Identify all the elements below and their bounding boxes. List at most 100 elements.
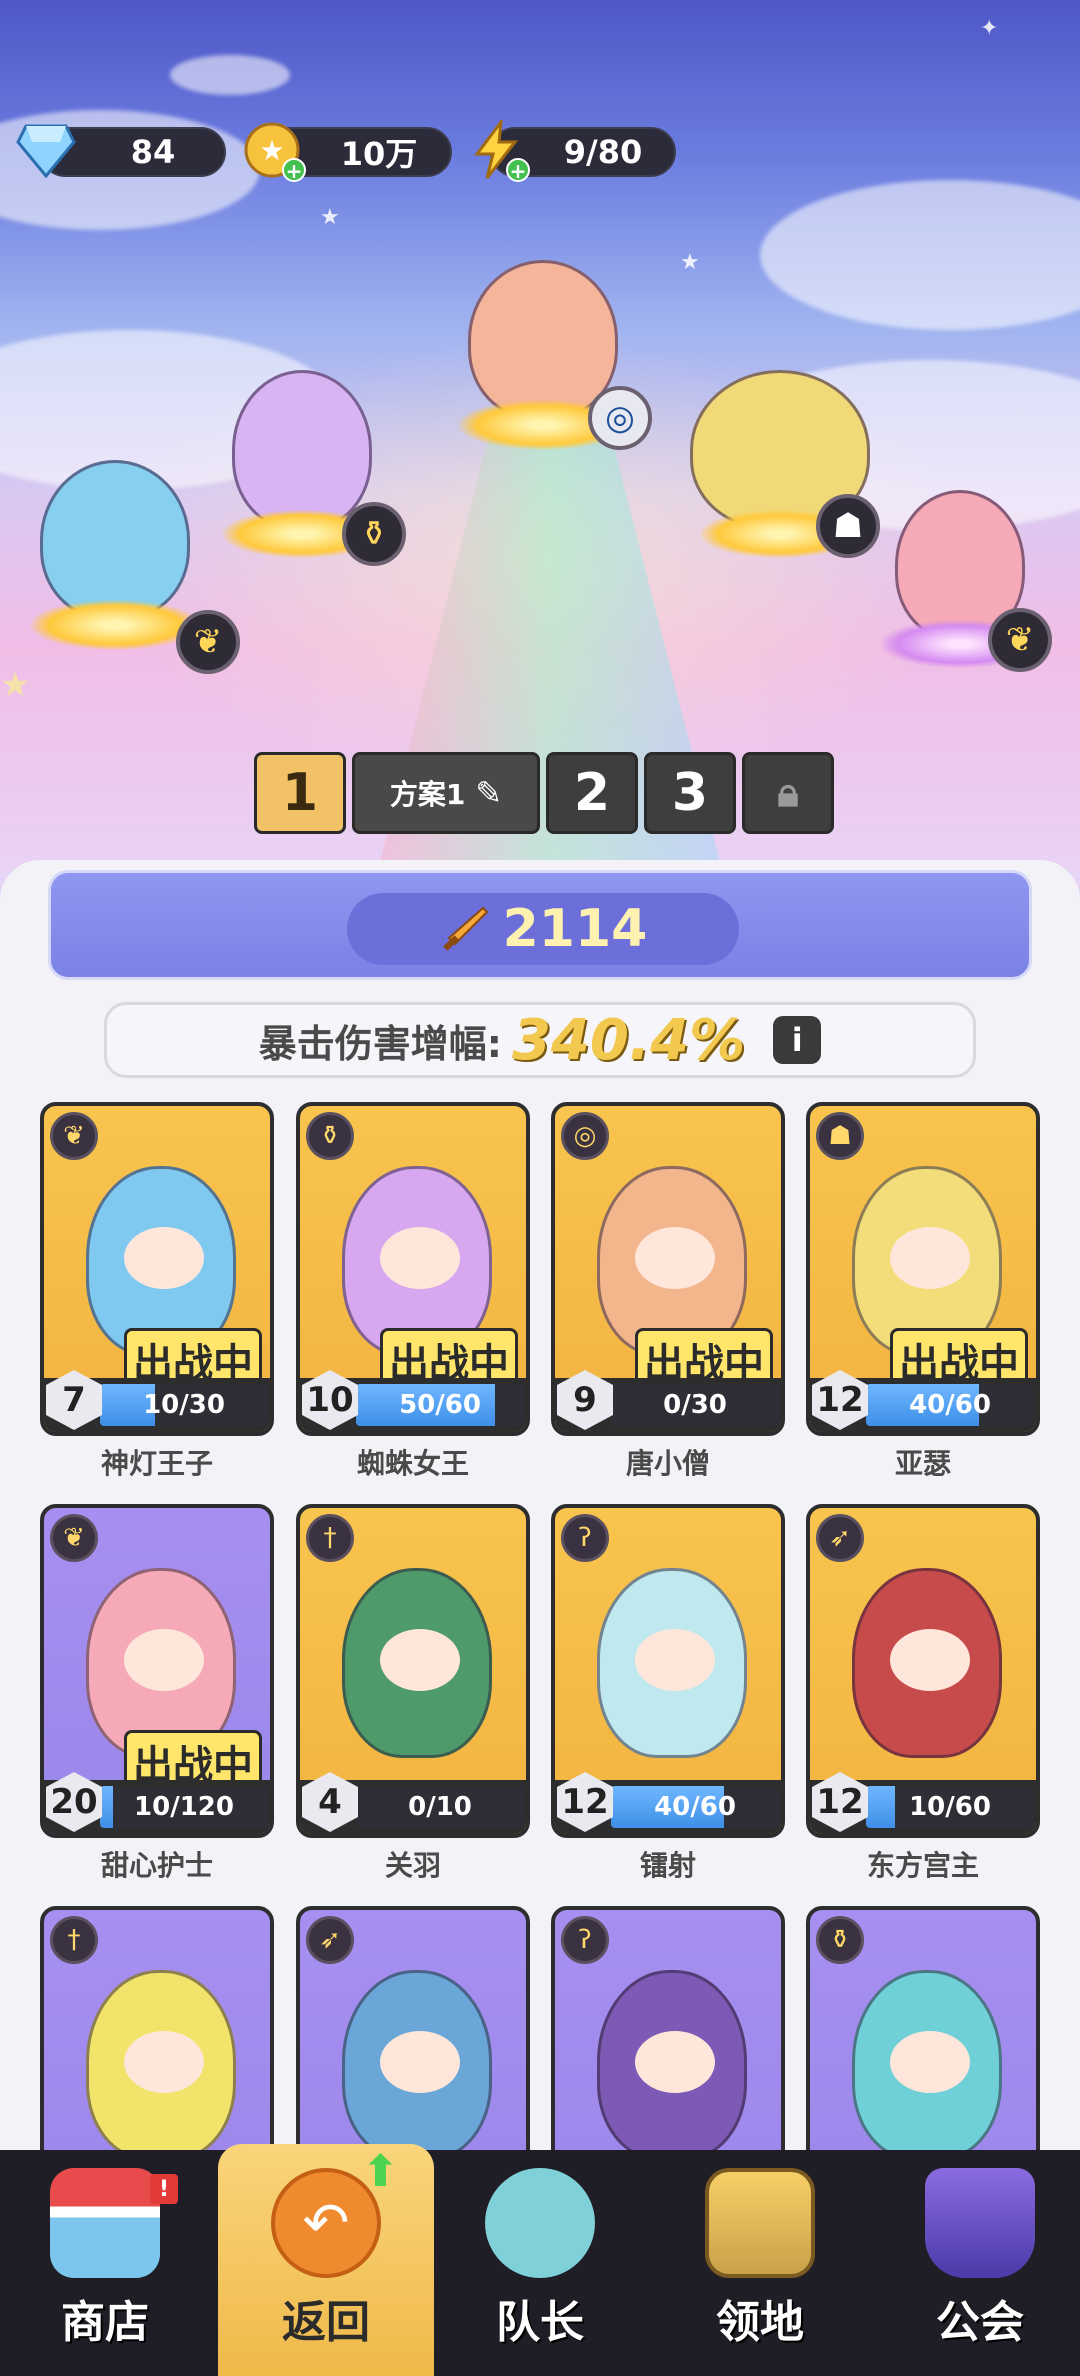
sword-icon: † <box>306 1514 354 1562</box>
bow-icon: ➶ <box>816 1514 864 1562</box>
hero-card[interactable]: ❦ 出战中 10/120 20 甜心护士 <box>40 1504 274 1884</box>
hero-card-frame: ➶ <box>296 1906 530 2150</box>
cloud <box>760 180 1080 330</box>
nav-captain[interactable]: 队长 <box>460 2150 620 2376</box>
hero-card-frame: † <box>40 1906 274 2150</box>
hero-face <box>124 1227 204 1289</box>
nav-territory-label: 领地 <box>716 2297 804 2348</box>
shard-progress-text: 40/60 <box>909 1390 991 1420</box>
hero-card-frame: † 0/10 4 <box>296 1504 530 1838</box>
shard-progress-bar: 0/10 <box>356 1786 524 1828</box>
shard-progress-text: 10/120 <box>134 1792 234 1822</box>
nav-guild[interactable]: 公会 <box>900 2150 1060 2376</box>
hero-card-frame: ◎ 出战中 0/30 9 <box>551 1102 785 1436</box>
hero-face <box>124 1629 204 1691</box>
hero-card-frame: ❦ 出战中 10/120 20 <box>40 1504 274 1838</box>
shard-progress-bar: 10/30 <box>100 1384 268 1426</box>
energy-count: 9/80 <box>563 133 643 171</box>
star-icon: ✦ <box>980 16 999 41</box>
hero-sprite <box>40 460 190 620</box>
hero-panel: 2114 暴击伤害增幅: 340.4% i ❦ 出战中 10/30 7 神灯王子 ⚱ 出战中… <box>0 860 1080 2150</box>
formation-tab-2[interactable]: 2 <box>546 752 638 834</box>
hero-portrait <box>852 1568 1002 1758</box>
hero-face <box>635 1629 715 1691</box>
hero-face <box>890 1629 970 1691</box>
formation-tabs: 1 方案1 ✎ 2 3 🔒︎ <box>254 752 834 834</box>
hero-card[interactable]: † <box>40 1906 274 2150</box>
hero-pad <box>30 600 200 650</box>
formation-tab-1[interactable]: 1 <box>254 752 346 834</box>
crit-label: 暴击伤害增幅: <box>258 1021 502 1066</box>
nav-captain-label: 队长 <box>496 2297 584 2348</box>
nav-back[interactable]: ↶ 返回 <box>218 2144 434 2376</box>
bow-icon: ➶ <box>306 1916 354 1964</box>
shard-progress-text: 0/10 <box>408 1792 472 1822</box>
shard-progress-text: 0/30 <box>663 1390 727 1420</box>
scythe-icon: ʔ <box>561 1916 609 1964</box>
info-icon[interactable]: i <box>773 1016 822 1064</box>
shard-progress-text: 40/60 <box>654 1792 736 1822</box>
field-hero-genie-prince[interactable] <box>30 460 200 650</box>
shard-progress-text: 10/60 <box>909 1792 991 1822</box>
hero-card-frame: ❦ 出战中 10/30 7 <box>40 1102 274 1436</box>
coin-icon[interactable]: ★ + <box>240 118 306 182</box>
hero-card[interactable]: ◎ 出战中 0/30 9 唐小僧 <box>551 1102 785 1482</box>
hero-card[interactable]: ➶ <box>296 1906 530 2150</box>
hero-card[interactable]: ⚱ <box>806 1906 1040 2150</box>
hero-face <box>635 2031 715 2093</box>
crit-value: 340.4% <box>511 1007 746 1073</box>
wings-icon: ❦ <box>50 1112 98 1160</box>
hero-portrait <box>597 1568 747 1758</box>
hero-name: 关羽 <box>384 1849 441 1882</box>
hero-name: 蜘蛛女王 <box>356 1447 469 1480</box>
hero-card-frame: ʔ <box>551 1906 785 2150</box>
hero-card[interactable]: ➶ 10/60 12 东方宫主 <box>806 1504 1040 1884</box>
hero-face <box>890 2031 970 2093</box>
edit-icon[interactable]: ✎ <box>475 774 502 812</box>
formation-tab-3[interactable]: 3 <box>644 752 736 834</box>
nav-shop-label: 商店 <box>61 2297 149 2348</box>
svg-text:★: ★ <box>259 134 284 167</box>
wings-icon: ❦ <box>988 608 1052 672</box>
door-icon <box>705 2168 815 2278</box>
helmet-icon: ☗ <box>816 494 880 558</box>
hero-card[interactable]: ❦ 出战中 10/30 7 神灯王子 <box>40 1102 274 1482</box>
coin-count: 10万 <box>340 135 418 173</box>
hero-card[interactable]: ☗ 出战中 40/60 12 亚瑟 <box>806 1102 1040 1482</box>
guild-icon <box>925 2168 1035 2278</box>
hero-card[interactable]: ⚱ 出战中 50/60 10 蜘蛛女王 <box>296 1102 530 1482</box>
hero-card[interactable]: † 0/10 4 关羽 <box>296 1504 530 1884</box>
hero-card[interactable]: ʔ <box>551 1906 785 2150</box>
add-energy-icon[interactable]: + <box>506 158 530 182</box>
nav-territory[interactable]: 领地 <box>680 2150 840 2376</box>
battle-formation-scene: ✦ ★ ★ ★ 84 10万 ★ + 9/80 + ❦ ⚱ ◎ ☗ ❦ 1 方案… <box>0 0 1080 900</box>
sword-icon: † <box>50 1916 98 1964</box>
cloud <box>170 55 290 95</box>
star-icon: ★ <box>0 665 31 705</box>
shard-progress-bar: 50/60 <box>356 1384 524 1426</box>
shard-progress-bar: 40/60 <box>866 1384 1034 1426</box>
hero-portrait <box>342 1970 492 2150</box>
lock-icon[interactable]: 🔒︎ <box>742 752 834 834</box>
hero-card[interactable]: ʔ 40/60 12 镭射 <box>551 1504 785 1884</box>
hero-sprite <box>232 370 372 530</box>
hero-portrait <box>597 1970 747 2150</box>
hero-card-frame: ⚱ 出战中 50/60 10 <box>296 1102 530 1436</box>
bottom-nav: 商店 ! ↶ 返回 ⬆ 队长 领地 公会 <box>0 2144 1080 2376</box>
sword-icon <box>442 906 489 951</box>
hero-card-frame: ☗ 出战中 40/60 12 <box>806 1102 1040 1436</box>
wings-icon: ❦ <box>50 1514 98 1562</box>
diamond-icon <box>14 118 78 182</box>
nav-guild-label: 公会 <box>936 2297 1024 2348</box>
scheme-name-tab[interactable]: 方案1 ✎ <box>352 752 540 834</box>
hero-card-frame: ➶ 10/60 12 <box>806 1504 1040 1838</box>
shard-progress-bar: 10/60 <box>866 1786 1034 1828</box>
hero-card-grid: ❦ 出战中 10/30 7 神灯王子 ⚱ 出战中 50/60 10 蜘蛛女王 ◎ 出战中 0/30 9 唐小… <box>40 1102 1040 2150</box>
lightning-icon[interactable]: + <box>464 118 530 182</box>
shard-progress-text: 50/60 <box>399 1390 481 1420</box>
add-coin-icon[interactable]: + <box>282 158 306 182</box>
spiral-icon: ◎ <box>588 386 652 450</box>
shop-icon <box>50 2168 160 2278</box>
nav-back-label: 返回 <box>282 2297 370 2348</box>
hero-card-frame: ⚱ <box>806 1906 1040 2150</box>
